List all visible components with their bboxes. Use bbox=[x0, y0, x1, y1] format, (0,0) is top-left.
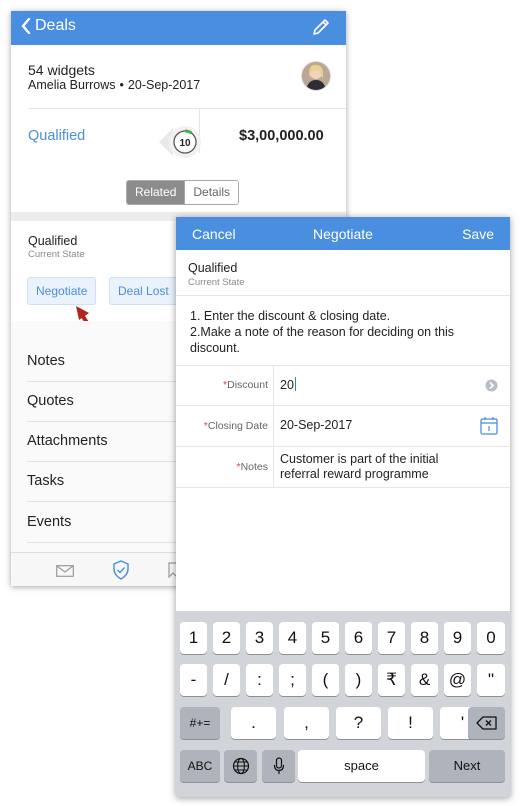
key-abc[interactable]: ABC bbox=[180, 750, 220, 782]
form-header-bar: Cancel Negotiate Save bbox=[176, 217, 510, 250]
key-9[interactable]: 9 bbox=[444, 622, 471, 654]
deal-header-bar: Deals bbox=[11, 11, 346, 45]
key-5[interactable]: 5 bbox=[312, 622, 339, 654]
shield-check-icon[interactable] bbox=[113, 560, 129, 580]
key-4[interactable]: 4 bbox=[279, 622, 306, 654]
instruction-line: 1. Enter the discount & closing date. bbox=[190, 309, 391, 323]
key-comma[interactable]: , bbox=[284, 707, 329, 739]
pencil-icon[interactable] bbox=[312, 18, 330, 36]
deal-lost-button[interactable]: Deal Lost bbox=[109, 277, 178, 305]
key-question[interactable]: ? bbox=[336, 707, 381, 739]
closing-date-row: *Closing Date 20-Sep-2017 bbox=[176, 405, 510, 447]
discount-row: *Discount 20 bbox=[176, 365, 510, 406]
notes-line: Customer is part of the initial bbox=[280, 452, 439, 466]
current-state-name: Qualified bbox=[28, 234, 78, 248]
deal-date: 20-Sep-2017 bbox=[127, 78, 201, 92]
divider bbox=[28, 108, 346, 109]
probability-value: 10 bbox=[179, 138, 191, 149]
notes-row: *Notes Customer is part of the initial r… bbox=[176, 446, 510, 488]
microphone-icon bbox=[273, 757, 284, 774]
mail-icon[interactable] bbox=[56, 565, 74, 577]
closing-date-label: *Closing Date bbox=[204, 420, 268, 432]
deal-owner: Amelia Burrows bbox=[28, 78, 116, 92]
key-8[interactable]: 8 bbox=[411, 622, 438, 654]
divider bbox=[176, 295, 510, 296]
notes-label-text: Notes bbox=[240, 461, 268, 473]
key-2[interactable]: 2 bbox=[213, 622, 240, 654]
next-button[interactable]: Next bbox=[429, 750, 505, 782]
closing-date-label-text: Closing Date bbox=[207, 420, 268, 432]
clear-arrow-icon[interactable] bbox=[485, 379, 498, 392]
text-caret bbox=[294, 377, 296, 391]
divider bbox=[273, 447, 274, 487]
discount-label-text: Discount bbox=[227, 379, 268, 391]
back-button[interactable]: Deals bbox=[21, 17, 76, 35]
discount-input[interactable]: 20 bbox=[280, 377, 296, 392]
key-colon[interactable]: : bbox=[246, 664, 273, 696]
avatar[interactable] bbox=[301, 61, 331, 91]
key-0[interactable]: 0 bbox=[477, 622, 505, 654]
numeric-keyboard: 1 2 3 4 5 6 7 8 9 0 - / : ; ( ) ₹ & @ " … bbox=[176, 611, 510, 797]
discount-label: *Discount bbox=[223, 379, 268, 391]
globe-button[interactable] bbox=[224, 750, 257, 782]
separator-dot: • bbox=[119, 78, 124, 92]
divider bbox=[273, 406, 274, 447]
chevron-left-icon bbox=[21, 18, 31, 34]
key-period[interactable]: . bbox=[231, 707, 276, 739]
probability-badge: 10 bbox=[159, 126, 201, 158]
instructions-text: 1. Enter the discount & closing date. 2.… bbox=[190, 308, 490, 356]
save-button[interactable]: Save bbox=[462, 226, 494, 242]
tab-related[interactable]: Related bbox=[127, 181, 185, 204]
key-exclamation[interactable]: ! bbox=[388, 707, 433, 739]
deal-subtitle: Amelia Burrows • 20-Sep-2017 bbox=[28, 78, 200, 92]
key-ampersand[interactable]: & bbox=[411, 664, 438, 696]
current-state-label: Current State bbox=[188, 277, 245, 288]
form-title: Negotiate bbox=[313, 226, 373, 242]
key-open-paren[interactable]: ( bbox=[312, 664, 339, 696]
negotiate-form-screen: Cancel Negotiate Save Qualified Current … bbox=[176, 217, 510, 797]
delete-button[interactable] bbox=[468, 707, 505, 739]
current-state-name: Qualified bbox=[188, 261, 238, 275]
divider bbox=[273, 366, 274, 406]
related-details-toggle: Related Details bbox=[126, 180, 240, 205]
key-7[interactable]: 7 bbox=[378, 622, 405, 654]
key-symbols-toggle[interactable]: #+= bbox=[180, 707, 220, 739]
discount-value: 20 bbox=[280, 378, 294, 392]
key-rupee[interactable]: ₹ bbox=[378, 664, 405, 696]
key-6[interactable]: 6 bbox=[345, 622, 372, 654]
notes-input[interactable]: Customer is part of the initial referral… bbox=[280, 452, 438, 482]
deal-stage[interactable]: Qualified bbox=[28, 128, 85, 144]
deal-name: 54 widgets bbox=[28, 62, 95, 78]
globe-icon bbox=[232, 757, 249, 775]
negotiate-button[interactable]: Negotiate bbox=[27, 277, 97, 305]
key-1[interactable]: 1 bbox=[180, 622, 207, 654]
key-slash[interactable]: / bbox=[213, 664, 240, 696]
current-state-label: Current State bbox=[28, 249, 85, 260]
key-close-paren[interactable]: ) bbox=[345, 664, 372, 696]
key-3[interactable]: 3 bbox=[246, 622, 273, 654]
person-avatar-icon bbox=[302, 62, 330, 90]
key-hyphen[interactable]: - bbox=[180, 664, 207, 696]
dictation-button[interactable] bbox=[262, 750, 295, 782]
space-bar[interactable]: space bbox=[298, 750, 425, 782]
back-label: Deals bbox=[35, 17, 76, 34]
backspace-icon bbox=[475, 716, 497, 730]
instruction-line: 2.Make a note of the reason for deciding… bbox=[190, 325, 455, 339]
notes-label: *Notes bbox=[236, 461, 268, 473]
instruction-line: discount. bbox=[190, 341, 241, 355]
key-semicolon[interactable]: ; bbox=[279, 664, 306, 696]
key-quote[interactable]: " bbox=[477, 664, 505, 696]
tab-details[interactable]: Details bbox=[184, 181, 239, 204]
closing-date-input[interactable]: 20-Sep-2017 bbox=[280, 418, 352, 432]
notes-line: referral reward programme bbox=[280, 467, 429, 481]
calendar-icon[interactable] bbox=[480, 416, 498, 435]
key-at[interactable]: @ bbox=[444, 664, 471, 696]
deal-amount: $3,00,000.00 bbox=[239, 128, 324, 144]
